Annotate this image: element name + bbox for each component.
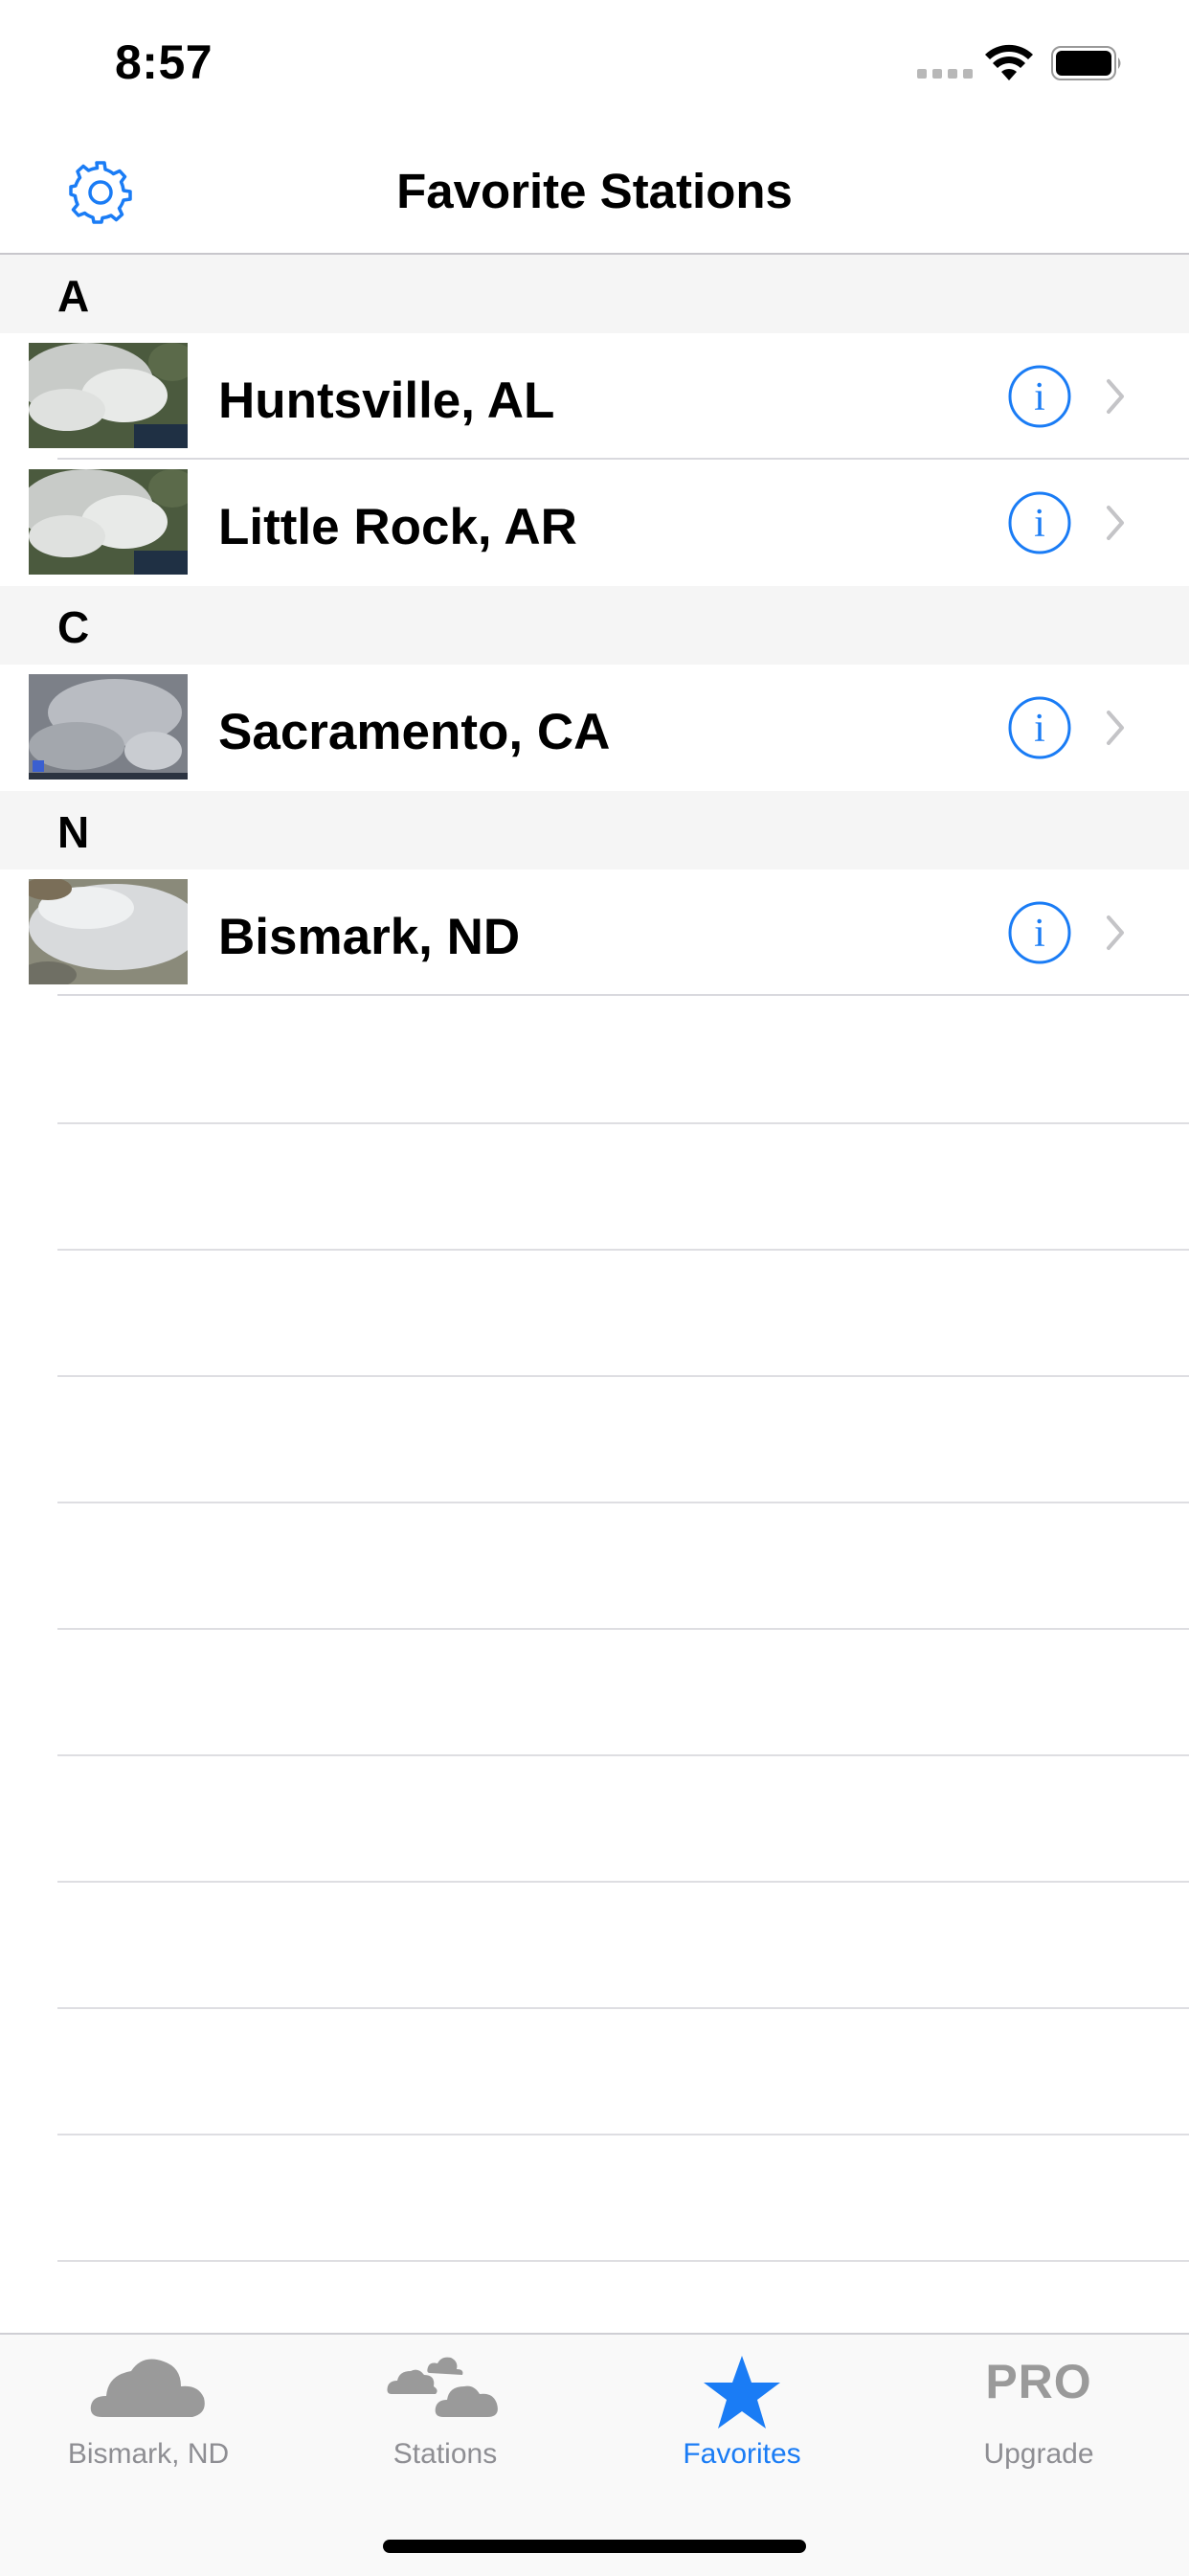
svg-text:i: i (1034, 707, 1045, 751)
empty-row-separator (0, 1756, 1189, 1883)
tab-label: Favorites (683, 2438, 801, 2470)
svg-text:i: i (1034, 912, 1045, 956)
empty-row-separator (0, 2009, 1189, 2135)
empty-row-separator (0, 1883, 1189, 2009)
info-icon[interactable]: i (1007, 364, 1072, 429)
empty-row-separator (0, 1503, 1189, 1630)
tab-favorites[interactable]: Favorites (594, 2335, 890, 2497)
info-icon[interactable]: i (1007, 490, 1072, 555)
tab-label: Bismark, ND (67, 2438, 230, 2470)
tab-label: Stations (393, 2438, 498, 2470)
tab-upgrade[interactable]: PRO Upgrade (890, 2335, 1187, 2497)
station-row-huntsville[interactable]: Huntsville, AL i (0, 333, 1189, 460)
section-letter: N (57, 807, 90, 857)
pro-icon: PRO (985, 2355, 1092, 2408)
chevron-right-icon (1107, 915, 1124, 950)
favorites-list: A Huntsville, AL i Little Rock, AR i C S… (0, 255, 1189, 996)
svg-text:i: i (1034, 375, 1045, 419)
empty-row-separator (0, 1251, 1189, 1377)
station-name: Sacramento, CA (218, 704, 611, 760)
empty-row-separator (0, 1124, 1189, 1251)
chevron-right-icon (1107, 506, 1124, 540)
station-row-bismark[interactable]: Bismark, ND i (0, 870, 1189, 996)
empty-row-separator (0, 2135, 1189, 2262)
chevron-right-icon (1107, 379, 1124, 414)
battery-icon (1051, 46, 1121, 80)
empty-rows (0, 998, 1189, 2262)
page-title: Favorite Stations (396, 164, 793, 218)
tab-bar: Bismark, ND Stations Favorites PRO Upgra… (0, 2333, 1189, 2576)
wifi-icon (985, 44, 1033, 80)
home-indicator (383, 2540, 806, 2553)
station-name: Little Rock, AR (218, 499, 577, 555)
status-time: 8:57 (115, 35, 213, 89)
empty-row-separator (0, 1630, 1189, 1756)
clouds-icon (387, 2357, 498, 2417)
satellite-thumbnail (29, 469, 188, 575)
chevron-right-icon (1107, 711, 1124, 745)
cellular-signal-icon (917, 69, 973, 79)
tab-bismark[interactable]: Bismark, ND (0, 2335, 297, 2497)
satellite-thumbnail (29, 674, 188, 780)
navigation-bar: Favorite Stations (0, 126, 1189, 255)
satellite-thumbnail (29, 879, 188, 984)
station-name: Bismark, ND (218, 909, 521, 965)
section-header-c: C (0, 586, 1189, 665)
section-header-n: N (0, 791, 1189, 870)
empty-row-separator (0, 1377, 1189, 1503)
section-letter: A (57, 271, 90, 321)
svg-text:i: i (1034, 502, 1045, 546)
info-icon[interactable]: i (1007, 695, 1072, 760)
cloud-icon (90, 2359, 205, 2417)
satellite-thumbnail (29, 343, 188, 448)
status-bar: 8:57 (0, 0, 1189, 126)
info-icon[interactable]: i (1007, 900, 1072, 965)
tab-label: Upgrade (983, 2438, 1094, 2470)
star-icon (704, 2356, 780, 2429)
station-name: Huntsville, AL (218, 373, 555, 429)
empty-row-separator (0, 998, 1189, 1124)
station-row-little-rock[interactable]: Little Rock, AR i (0, 460, 1189, 586)
tab-stations[interactable]: Stations (297, 2335, 594, 2497)
section-header-a: A (0, 255, 1189, 333)
section-letter: C (57, 602, 90, 652)
station-row-sacramento[interactable]: Sacramento, CA i (0, 665, 1189, 791)
